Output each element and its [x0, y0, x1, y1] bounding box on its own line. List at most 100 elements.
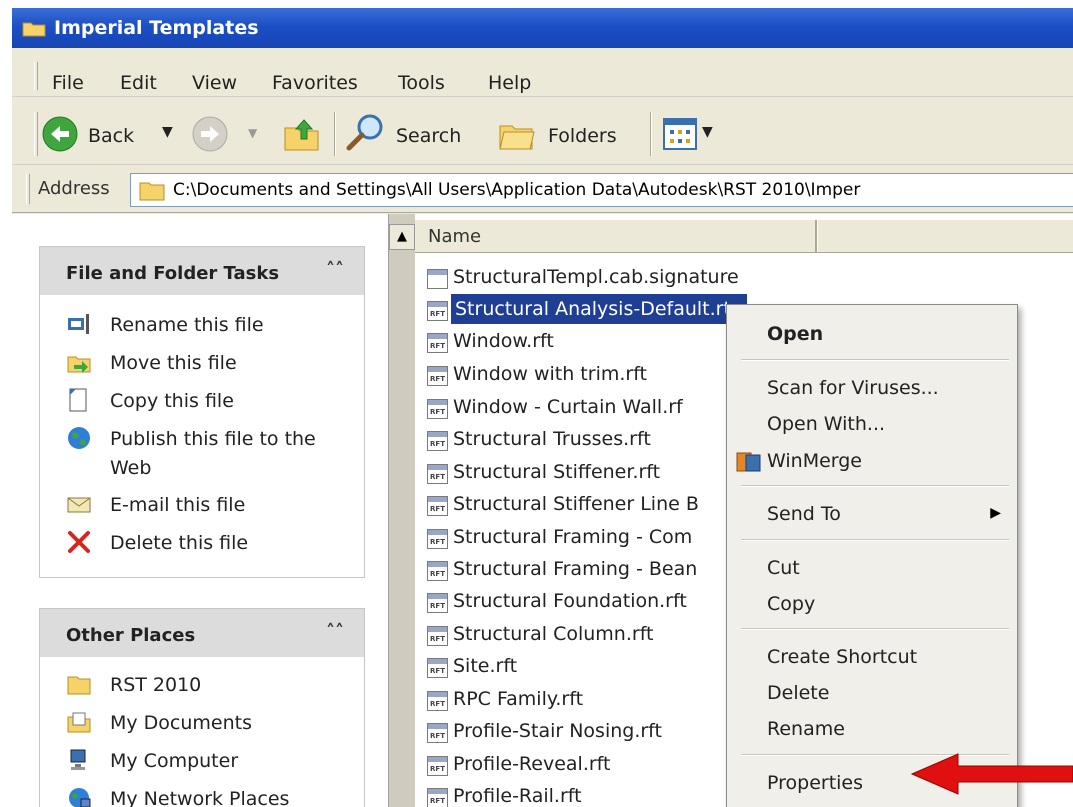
rft-file-icon: RFT	[427, 333, 448, 353]
title-bar: Imperial Templates	[12, 8, 1073, 48]
search-icon	[346, 114, 383, 151]
file-name: Structural Stiffener.rft	[453, 461, 661, 483]
rft-file-icon: RFT	[427, 399, 448, 419]
toolbar-grip	[34, 112, 38, 156]
menu-bar: File Edit View Favorites Tools Help	[12, 56, 1073, 97]
task-pane: File and Folder Tasks ˄˄ Rename this fil…	[12, 214, 388, 807]
rft-file-icon: RFT	[427, 788, 448, 807]
toolbar-separator	[334, 112, 336, 156]
file-folder-tasks-panel: File and Folder Tasks ˄˄ Rename this fil…	[39, 246, 365, 578]
window-title: Imperial Templates	[54, 17, 259, 39]
search-button[interactable]: Search	[344, 110, 484, 156]
file-folder-tasks-header[interactable]: File and Folder Tasks ˄˄	[40, 247, 364, 295]
rft-file-icon: RFT	[427, 593, 448, 613]
menu-send-to[interactable]: Send To	[767, 503, 841, 525]
file-name: Window with trim.rft	[453, 363, 648, 385]
delete-x-icon	[68, 531, 90, 553]
rft-file-icon: RFT	[427, 691, 448, 711]
menu-open-with[interactable]: Open With...	[767, 413, 885, 435]
folder-icon	[67, 676, 91, 695]
task-label: Delete this file	[110, 532, 249, 554]
menu-winmerge[interactable]: WinMerge	[767, 450, 862, 472]
copy-icon	[69, 388, 87, 412]
file-name: Structural Framing - Bean	[453, 558, 698, 580]
column-divider[interactable]	[815, 220, 818, 252]
menu-separator	[741, 359, 1009, 361]
folders-label: Folders	[548, 125, 617, 147]
place-label: My Network Places	[110, 788, 290, 807]
rft-file-icon: RFT	[427, 431, 448, 451]
place-label: My Computer	[110, 750, 239, 772]
menu-rename[interactable]: Rename	[767, 718, 845, 740]
toolbar-separator	[650, 112, 652, 156]
menu-cut[interactable]: Cut	[767, 557, 800, 579]
menu-copy[interactable]: Copy	[767, 593, 815, 615]
task-label: Copy this file	[110, 390, 234, 412]
email-icon	[67, 497, 91, 513]
column-header: Name	[415, 220, 1073, 253]
move-icon	[67, 356, 91, 373]
back-dropdown-icon[interactable]: ▼	[162, 124, 173, 140]
rft-file-icon: RFT	[427, 658, 448, 678]
network-icon	[69, 788, 91, 807]
file-name: StructuralTempl.cab.signature	[453, 266, 739, 288]
menu-properties[interactable]: Properties	[767, 772, 863, 794]
back-arrow-icon	[42, 116, 78, 152]
menu-delete[interactable]: Delete	[767, 682, 829, 704]
scroll-up-icon[interactable]: ▲	[389, 224, 415, 250]
file-name: Profile-Reveal.rft	[453, 753, 611, 775]
menu-scan-viruses[interactable]: Scan for Viruses...	[767, 377, 939, 399]
file-name: Structural Foundation.rft	[453, 590, 687, 612]
folder-up-icon[interactable]	[282, 114, 322, 154]
views-icon	[663, 118, 697, 150]
menu-file[interactable]: File	[52, 72, 84, 94]
menu-open[interactable]: Open	[767, 323, 823, 345]
back-label: Back	[88, 125, 135, 147]
file-name: Structural Column.rft	[453, 623, 654, 645]
column-name-header[interactable]: Name	[428, 226, 481, 247]
rename-icon	[68, 314, 89, 334]
address-path: C:\Documents and Settings\All Users\Appl…	[173, 180, 861, 200]
menu-tools[interactable]: Tools	[398, 72, 445, 94]
vertical-scrollbar[interactable]: ▲	[388, 214, 415, 807]
task-label: Move this file	[110, 352, 237, 374]
menu-help[interactable]: Help	[488, 72, 531, 94]
task-label: Rename this file	[110, 314, 264, 336]
rft-file-icon: RFT	[427, 756, 448, 776]
back-button[interactable]: Back ▼	[42, 112, 188, 156]
globe-icon	[68, 427, 90, 449]
folders-button[interactable]: Folders	[496, 110, 636, 156]
file-name: Profile-Rail.rft	[453, 785, 582, 807]
file-name: RPC Family.rft	[453, 688, 584, 710]
panel-title: Other Places	[66, 625, 196, 646]
rte-file-icon: RFT	[427, 301, 448, 321]
file-name: Window.rft	[453, 330, 554, 352]
address-field[interactable]: C:\Documents and Settings\All Users\Appl…	[130, 173, 1073, 207]
context-menu: Open Scan for Viruses... Open With... Wi…	[726, 304, 1018, 807]
file-name: Structural Trusses.rft	[453, 428, 651, 450]
menu-separator	[741, 628, 1009, 630]
file-name: Window - Curtain Wall.rf	[453, 396, 683, 418]
rft-file-icon: RFT	[427, 496, 448, 516]
documents-icon	[67, 712, 91, 733]
address-grip	[26, 174, 30, 204]
menu-edit[interactable]: Edit	[120, 72, 157, 94]
menu-favorites[interactable]: Favorites	[272, 72, 358, 94]
views-button[interactable]: ▼	[662, 116, 722, 152]
place-label: RST 2010	[110, 674, 202, 696]
explorer-window: Imperial Templates File Edit View Favori…	[12, 8, 1073, 807]
file-name: Structural Stiffener Line B	[453, 493, 699, 515]
folder-icon	[139, 182, 165, 201]
task-label: Publish this file to the Web	[110, 428, 316, 479]
file-name: Profile-Stair Nosing.rft	[453, 720, 662, 742]
forward-dropdown-icon[interactable]: ▼	[248, 126, 257, 140]
other-places-panel: Other Places ˄˄ RST 2010 My Documents My…	[39, 608, 365, 807]
menu-create-shortcut[interactable]: Create Shortcut	[767, 646, 917, 668]
forward-arrow-icon[interactable]	[192, 116, 228, 152]
menu-view[interactable]: View	[192, 72, 237, 94]
collapse-chevron-icon[interactable]: ˄˄	[326, 259, 344, 280]
rft-file-icon: RFT	[427, 366, 448, 386]
other-places-header[interactable]: Other Places ˄˄	[40, 609, 364, 657]
collapse-chevron-icon[interactable]: ˄˄	[326, 621, 344, 642]
signature-file-icon	[427, 269, 448, 289]
